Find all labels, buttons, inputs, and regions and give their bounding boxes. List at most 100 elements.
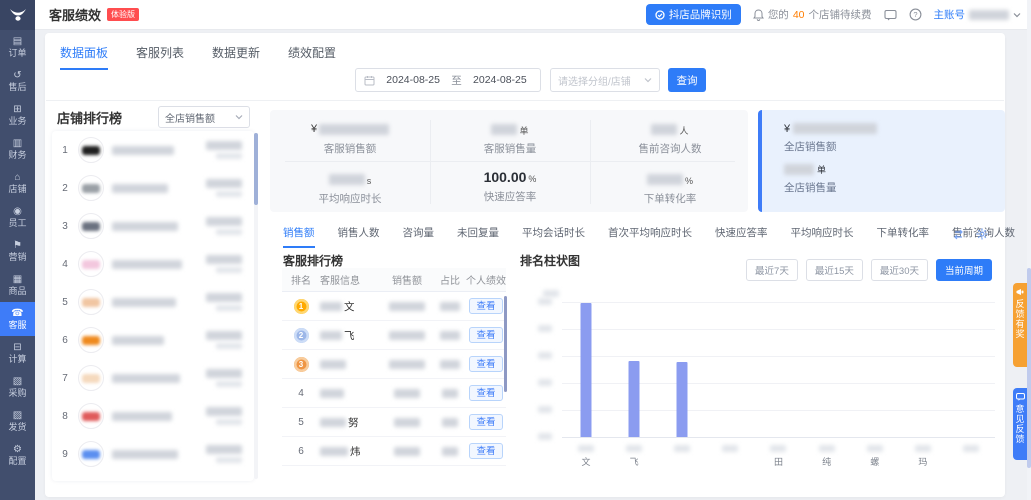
shop-list-scrollbar-thumb[interactable]	[254, 133, 258, 205]
shipping-icon: ▨	[13, 410, 22, 421]
shop-logo	[78, 137, 104, 163]
sidebar-item-shipping[interactable]: ▨发货	[0, 404, 35, 438]
sidebar-item-label: 店铺	[8, 184, 26, 195]
sidebar-item-shops[interactable]: ⌂店铺	[0, 166, 35, 200]
metric-tab-avg-session[interactable]: 平均会话时长	[522, 225, 585, 246]
metric-tab-sales-amount[interactable]: 销售额	[283, 225, 315, 248]
page-scrollbar-thumb[interactable]	[1027, 268, 1031, 468]
redacted-value	[442, 418, 458, 427]
feedback-tab[interactable]: 意见反馈	[1013, 388, 1027, 460]
table-row: 4 查看	[282, 379, 506, 408]
query-button[interactable]: 查询	[668, 68, 706, 92]
redacted-shop-name	[112, 298, 176, 307]
feedback-reward-tab[interactable]: 反馈有奖	[1013, 283, 1027, 367]
view-performance-button[interactable]: 查看	[469, 414, 503, 430]
sidebar-item-finance[interactable]: ▥财务	[0, 132, 35, 166]
redacted-shop-name	[112, 222, 178, 231]
config-icon: ⚙	[13, 444, 22, 455]
shop-metric-select[interactable]: 全店销售额	[158, 106, 250, 128]
sidebar-item-marketing[interactable]: ⚑营销	[0, 234, 35, 268]
range-30d-button[interactable]: 最近30天	[871, 259, 928, 281]
sidebar-item-products[interactable]: ▦商品	[0, 268, 35, 302]
brand-recognition-button[interactable]: 抖店品牌识别	[646, 4, 741, 25]
redacted-shop-name	[112, 146, 174, 155]
redacted-shop-name	[112, 374, 180, 383]
shop-select-placeholder: 请选择分组/店铺	[558, 73, 644, 88]
view-performance-button[interactable]: 查看	[469, 298, 503, 314]
metric-tab-conversion[interactable]: 下单转化率	[877, 225, 930, 246]
redacted-value	[442, 389, 458, 398]
redacted-name	[320, 331, 342, 340]
view-performance-button[interactable]: 查看	[469, 356, 503, 372]
topbar: 客服绩效 体验版 抖店品牌识别 您的40个店铺待续费 ? 主账号	[35, 0, 1031, 30]
date-from[interactable]: 2024-08-25	[381, 74, 445, 86]
tab-data-dashboard[interactable]: 数据面板	[60, 44, 108, 70]
products-icon: ▦	[13, 274, 22, 285]
tab-bar: 数据面板 客服列表 数据更新 绩效配置	[60, 44, 336, 70]
kpi-presale-consult-count: 人 售前咨询人数	[595, 122, 745, 156]
service-icon: ☎	[11, 308, 23, 319]
view-performance-button[interactable]: 查看	[469, 443, 503, 459]
redacted-value	[440, 302, 460, 311]
sidebar-item-label: 售后	[8, 82, 26, 93]
sidebar-item-staff[interactable]: ◉员工	[0, 200, 35, 234]
redacted-value	[647, 174, 683, 185]
redacted-value	[440, 331, 460, 340]
range-7d-button[interactable]: 最近7天	[746, 259, 798, 281]
redacted-value	[389, 331, 425, 340]
view-performance-button[interactable]: 查看	[469, 385, 503, 401]
shop-row: 3	[52, 207, 248, 245]
bar[interactable]	[629, 361, 640, 437]
finance-icon: ▥	[13, 138, 22, 149]
shop-row: 2	[52, 169, 248, 207]
sidebar-item-label: 商品	[8, 286, 26, 297]
sidebar-item-label: 配置	[8, 456, 26, 467]
sidebar-item-business[interactable]: ⊞业务	[0, 98, 35, 132]
y-axis-labels	[538, 298, 552, 440]
metric-tab-avg-response[interactable]: 平均响应时长	[791, 225, 854, 246]
table-scrollbar-thumb[interactable]	[504, 296, 507, 392]
shop-row: 8	[52, 397, 248, 435]
metric-tab-consult-volume[interactable]: 咨询量	[403, 225, 435, 246]
sidebar-item-calc[interactable]: ⊟计算	[0, 336, 35, 370]
calendar-icon	[364, 75, 375, 86]
range-button-group: 最近7天 最近15天 最近30天 当前周期	[520, 259, 992, 281]
tab-performance-config[interactable]: 绩效配置	[288, 44, 336, 70]
sidebar-item-orders[interactable]: ▤订单	[0, 30, 35, 64]
tab-data-update[interactable]: 数据更新	[212, 44, 260, 70]
range-15d-button[interactable]: 最近15天	[806, 259, 863, 281]
help-icon[interactable]: ?	[909, 8, 922, 21]
bar[interactable]	[581, 303, 592, 437]
version-badge: 体验版	[107, 8, 139, 21]
shop-group-select[interactable]: 请选择分组/店铺	[550, 68, 660, 92]
bar[interactable]	[677, 362, 688, 437]
metric-tab-quick-reply[interactable]: 快速应答率	[715, 225, 768, 246]
range-current-button[interactable]: 当前周期	[936, 259, 992, 281]
renewal-notice[interactable]: 您的40个店铺待续费	[753, 7, 872, 22]
sidebar-item-label: 计算	[8, 354, 26, 365]
date-to[interactable]: 2024-08-25	[468, 74, 532, 86]
sidebar-item-label: 订单	[8, 48, 26, 59]
marketing-icon: ⚑	[13, 240, 22, 251]
sidebar-item-service[interactable]: ☎客服	[0, 302, 35, 336]
metric-tab-first-response[interactable]: 首次平均响应时长	[608, 225, 692, 246]
message-icon[interactable]	[884, 9, 897, 21]
speech-bubble-icon	[1016, 393, 1025, 401]
tab-cs-list[interactable]: 客服列表	[136, 44, 184, 70]
gear-icon[interactable]	[976, 227, 988, 245]
date-range-picker[interactable]: 2024-08-25 至 2024-08-25	[355, 68, 541, 92]
view-performance-button[interactable]: 查看	[469, 327, 503, 343]
swap-icon[interactable]	[952, 227, 965, 245]
sidebar-item-aftersales[interactable]: ↺售后	[0, 64, 35, 98]
redacted-shop-name	[112, 450, 178, 459]
sidebar-item-purchase[interactable]: ▧采购	[0, 370, 35, 404]
app-logo[interactable]	[0, 0, 35, 30]
redacted-value	[651, 124, 677, 135]
redacted-shop-name	[112, 336, 164, 345]
shop-row: 6	[52, 321, 248, 359]
sidebar-item-config[interactable]: ⚙配置	[0, 438, 35, 472]
megaphone-icon	[1016, 288, 1024, 296]
metric-tab-sales-people[interactable]: 销售人数	[338, 225, 380, 246]
account-menu[interactable]: 主账号	[934, 7, 1022, 22]
metric-tab-unreplied[interactable]: 未回复量	[457, 225, 499, 246]
